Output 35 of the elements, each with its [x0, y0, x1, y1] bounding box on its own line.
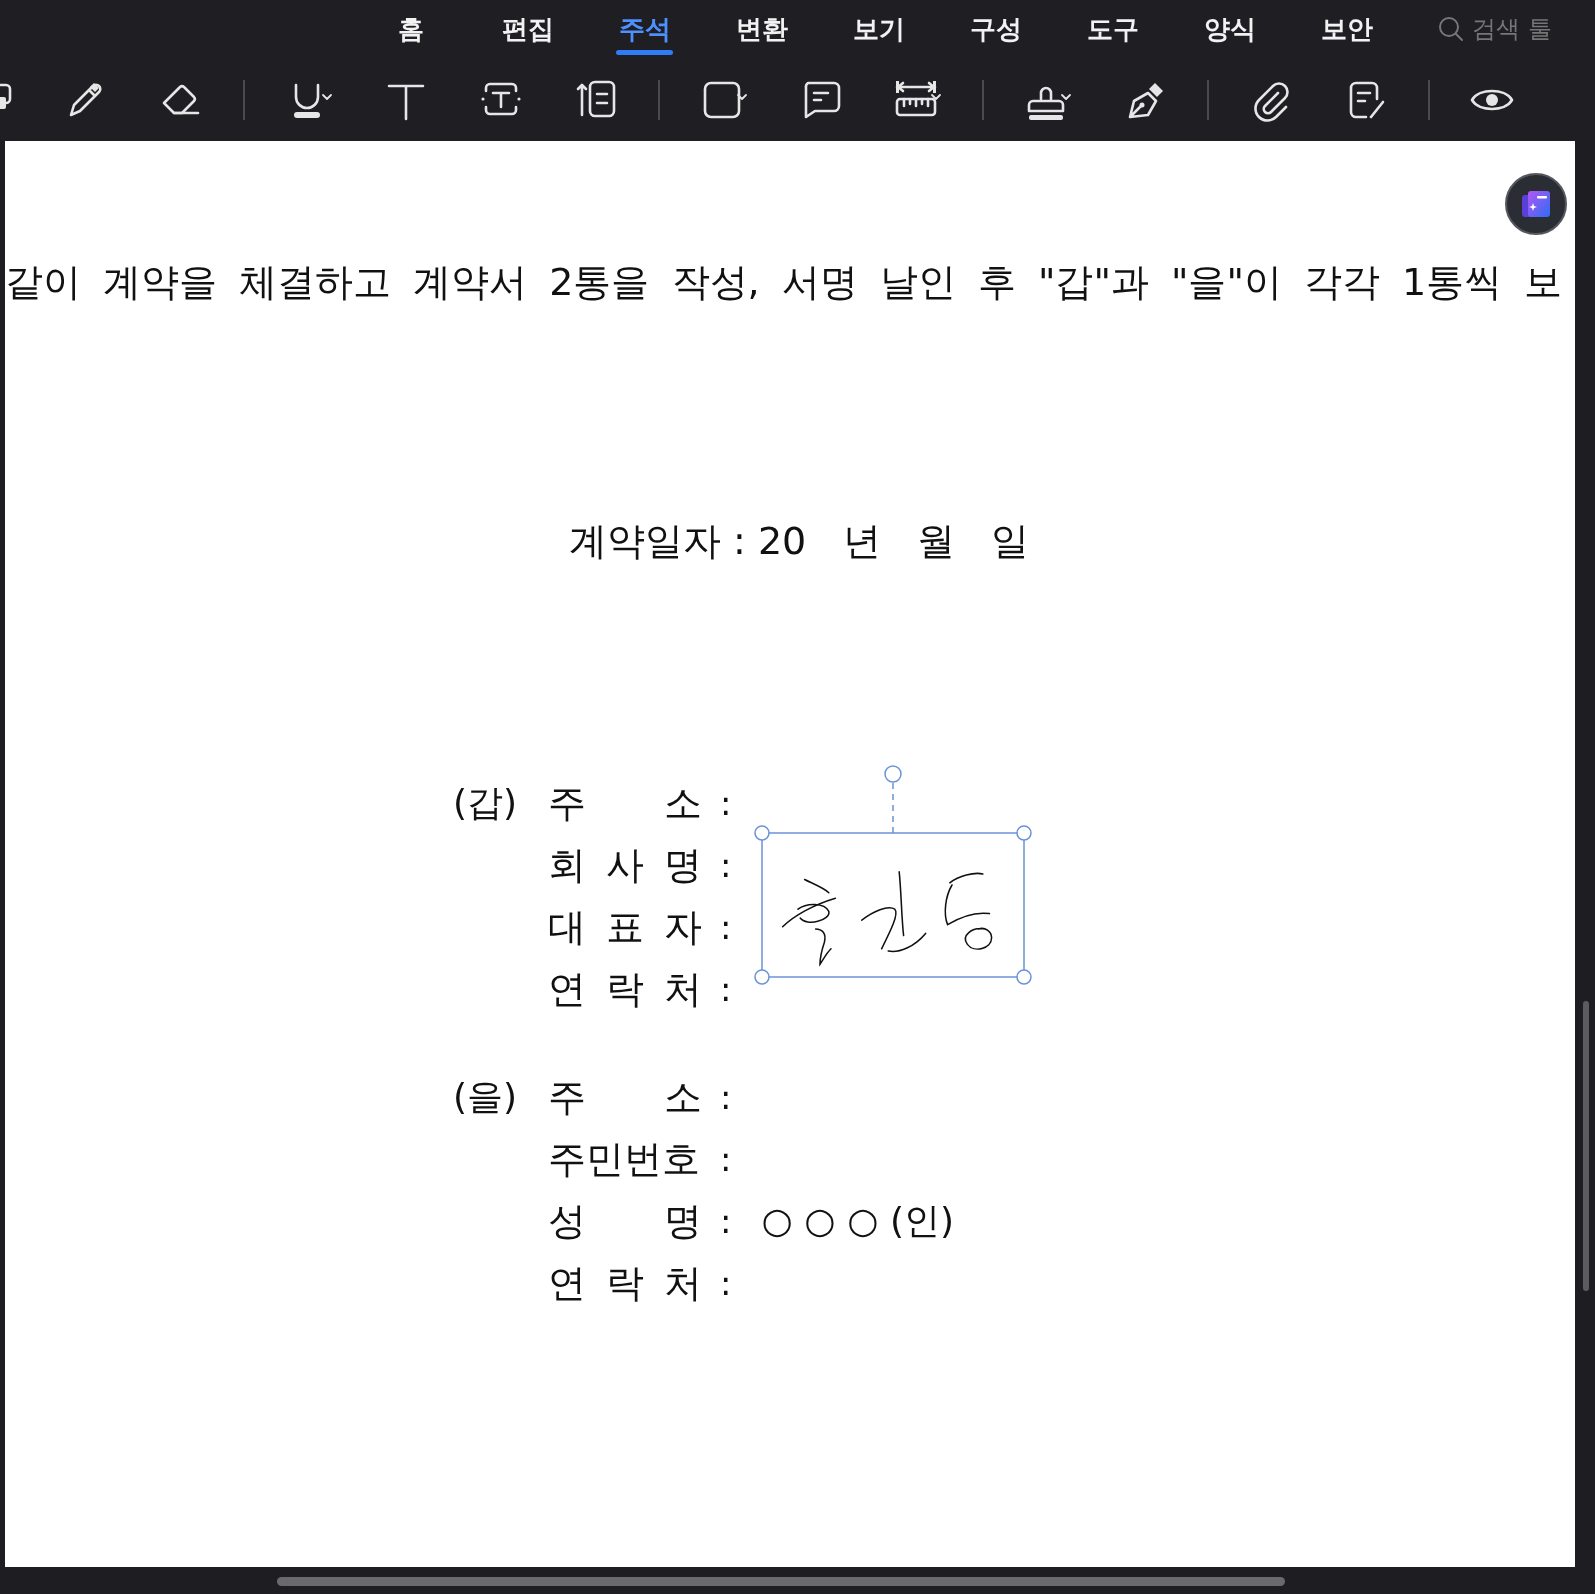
- field-label: 주 소: [548, 779, 702, 827]
- vertical-scrollbar-thumb[interactable]: [1583, 1001, 1589, 1291]
- menu-tab[interactable]: 구성: [937, 0, 1054, 58]
- menu-tab[interactable]: 편집: [469, 0, 586, 58]
- menu-tab[interactable]: 홈: [352, 0, 469, 58]
- menu-tab[interactable]: 보안: [1288, 0, 1405, 58]
- search-field[interactable]: 검색 툴: [1438, 14, 1569, 44]
- colon-text: :: [720, 783, 732, 823]
- party-label: (을): [453, 1075, 519, 1119]
- menu-tab[interactable]: 보기: [820, 0, 937, 58]
- colon-text: :: [720, 969, 732, 1009]
- colon-text: :: [720, 845, 732, 885]
- field-label: 주민번호: [548, 1135, 701, 1183]
- body-text: 같이 계약을 체결하고 계약서 2통을 작성, 서명 날인 후 "갑"과 "을"이 각각 1통씩 보: [5, 259, 1563, 306]
- field-value: ○ ○ ○ (인): [761, 1198, 955, 1243]
- field-label: 연 락 처: [548, 1259, 702, 1307]
- field-label: 성 명: [548, 1197, 702, 1245]
- colon-text: :: [720, 907, 732, 947]
- signature-annotation[interactable]: [754, 764, 1032, 986]
- colon-text: :: [720, 1077, 732, 1117]
- menu-tab[interactable]: 주석: [586, 0, 703, 58]
- menu-tab[interactable]: 양식: [1171, 0, 1288, 58]
- menu-tab[interactable]: 변환: [703, 0, 820, 58]
- colon-text: :: [720, 1201, 732, 1241]
- field-label: 대 표 자: [548, 903, 702, 951]
- field-label: 연 락 처: [548, 965, 702, 1013]
- menu-tab[interactable]: 도구: [1054, 0, 1171, 58]
- search-icon: [1438, 16, 1464, 42]
- colon-text: :: [720, 1263, 732, 1303]
- party-label: (갑): [453, 781, 519, 825]
- colon-text: :: [720, 1139, 732, 1179]
- horizontal-scrollbar-thumb[interactable]: [277, 1577, 1285, 1586]
- field-label: 주 소: [548, 1073, 702, 1121]
- date-line: 계약일자 : 20 년 월 일: [569, 518, 1029, 565]
- field-label: 회 사 명: [548, 841, 702, 889]
